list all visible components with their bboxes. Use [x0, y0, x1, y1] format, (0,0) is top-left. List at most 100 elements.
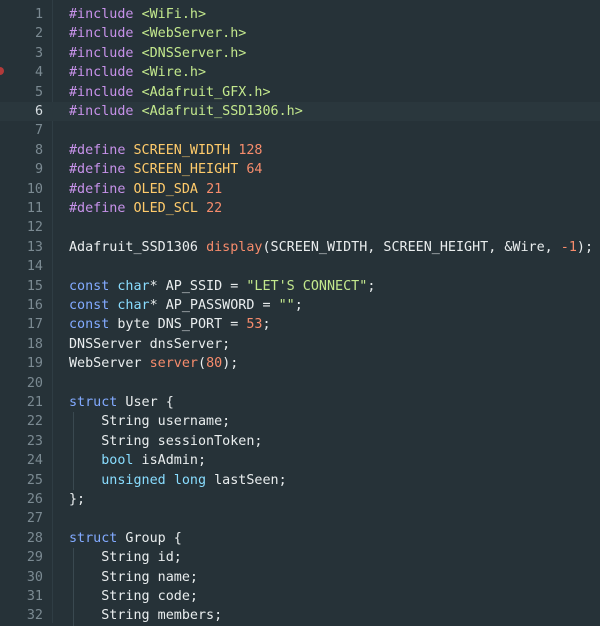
code-line[interactable]: 24 bool isAdmin;: [0, 451, 600, 470]
code-token: * AP_SSID =: [149, 278, 247, 294]
code-token: 21: [206, 181, 223, 197]
code-text[interactable]: const char* AP_PASSWORD = "";: [69, 296, 303, 315]
line-number: 14: [26, 259, 43, 275]
line-number: 29: [26, 550, 43, 566]
code-line[interactable]: 31 String code;: [0, 587, 600, 606]
code-text[interactable]: WebServer server(80);: [69, 354, 238, 373]
code-line[interactable]: 18 DNSServer dnsServer;: [0, 335, 600, 354]
code-text[interactable]: String name;: [69, 568, 198, 587]
code-token: byte DNS_PORT =: [109, 317, 247, 333]
code-line[interactable]: 9 #define SCREEN_HEIGHT 64: [0, 160, 600, 179]
code-text[interactable]: #define SCREEN_WIDTH 128: [69, 141, 263, 160]
code-line[interactable]: 30 String name;: [0, 568, 600, 587]
code-line[interactable]: 11 #define OLED_SCL 22: [0, 199, 600, 218]
code-line[interactable]: 8 #define SCREEN_WIDTH 128: [0, 141, 600, 160]
code-text[interactable]: bool isAdmin;: [69, 451, 206, 470]
code-line[interactable]: 4 #include <Wire.h>: [0, 63, 600, 82]
code-token: display: [206, 239, 263, 255]
code-token: 22: [206, 201, 223, 216]
code-token: <WiFi.h>: [141, 7, 207, 22]
code-text[interactable]: #include <Wire.h>: [69, 63, 206, 82]
code-token: SCREEN_HEIGHT: [133, 162, 239, 178]
line-number: 8: [34, 142, 43, 158]
code-text[interactable]: String sessionToken;: [69, 432, 262, 451]
code-text[interactable]: #include <Adafruit_GFX.h>: [69, 83, 271, 102]
code-line[interactable]: 6 #include <Adafruit_SSD1306.h>: [0, 102, 600, 122]
code-text[interactable]: String id;: [69, 548, 182, 567]
line-number: 13: [26, 239, 43, 255]
code-line[interactable]: 27: [0, 509, 600, 528]
code-line[interactable]: 19 WebServer server(80);: [0, 354, 600, 373]
code-line[interactable]: 13 Adafruit_SSD1306 display(SCREEN_WIDTH,…: [0, 238, 600, 257]
code-text[interactable]: #include <Adafruit_SSD1306.h>: [69, 102, 303, 121]
code-line[interactable]: 15 const char* AP_SSID = "LET'S CONNECT";: [0, 277, 600, 296]
code-token: };: [69, 492, 86, 507]
code-line[interactable]: 26};: [0, 490, 600, 509]
code-line[interactable]: 1 #include <WiFi.h>: [0, 5, 600, 24]
line-number: 30: [26, 569, 43, 585]
code-line[interactable]: 22 String username;: [0, 412, 600, 431]
code-text[interactable]: #include <DNSServer.h>: [69, 44, 246, 63]
code-line[interactable]: 7: [0, 121, 600, 140]
code-line[interactable]: 20: [0, 374, 600, 393]
code-token: #include: [69, 45, 142, 61]
code-token: struct: [69, 395, 118, 410]
code-text[interactable]: struct User {: [69, 393, 174, 412]
code-text[interactable]: String username;: [69, 412, 230, 431]
code-line[interactable]: 21 struct User {: [0, 393, 600, 412]
code-line[interactable]: 5 #include <Adafruit_GFX.h>: [0, 83, 600, 102]
code-line[interactable]: 3 #include <DNSServer.h>: [0, 44, 600, 63]
code-token: ;: [367, 278, 376, 294]
code-line[interactable]: 2 #include <WebServer.h>: [0, 24, 600, 43]
code-line[interactable]: 17 const byte DNS_PORT = 53;: [0, 315, 600, 334]
line-number: 7: [34, 123, 43, 139]
code-line[interactable]: 12: [0, 218, 600, 237]
code-text[interactable]: struct Group {: [69, 529, 182, 548]
code-text[interactable]: #define OLED_SDA 21: [69, 180, 222, 199]
code-line[interactable]: 29 String id;: [0, 548, 600, 567]
code-text[interactable]: String code;: [69, 587, 198, 606]
code-token: DNSServer dnsServer;: [69, 336, 231, 352]
code-token: WebServer: [69, 356, 150, 372]
code-token: <WebServer.h>: [141, 26, 247, 42]
code-token: String id;: [69, 550, 182, 566]
code-token: <DNSServer.h>: [141, 45, 247, 61]
code-token: #include: [69, 26, 142, 42]
code-token: <Adafruit_GFX.h>: [141, 84, 271, 100]
code-token: String members;: [69, 608, 223, 624]
code-token: (SCREEN_WIDTH, SCREEN_HEIGHT, &Wire,: [262, 239, 561, 255]
code-text[interactable]: #include <WiFi.h>: [69, 5, 206, 24]
line-number: 25: [26, 472, 43, 488]
code-line[interactable]: 10 #define OLED_SDA 21: [0, 180, 600, 199]
code-text[interactable]: #define OLED_SCL 22: [69, 199, 222, 218]
code-text[interactable]: unsigned long lastSeen;: [69, 471, 286, 490]
code-token: String sessionToken;: [69, 433, 263, 449]
code-token: (: [198, 356, 207, 372]
code-line[interactable]: 16 const char* AP_PASSWORD = "";: [0, 296, 600, 315]
code-line[interactable]: 14: [0, 257, 600, 276]
code-line[interactable]: 23 String sessionToken;: [0, 432, 600, 451]
code-token: 64: [246, 162, 263, 178]
code-editor[interactable]: 1 #include <WiFi.h> 2 #include <WebServer.h…: [0, 0, 600, 626]
code-text[interactable]: #define SCREEN_HEIGHT 64: [69, 160, 263, 179]
line-number: 26: [26, 492, 43, 507]
line-number: 17: [26, 317, 43, 333]
code-token: <Adafruit_SSD1306.h>: [141, 104, 303, 119]
code-text[interactable]: const byte DNS_PORT = 53;: [69, 315, 271, 334]
code-line[interactable]: 25 unsigned long lastSeen;: [0, 471, 600, 490]
line-number: 1: [34, 7, 43, 22]
code-text[interactable]: };: [69, 490, 85, 509]
code-token: const: [69, 298, 110, 313]
code-token: Adafruit_SSD1306: [69, 239, 207, 255]
code-text[interactable]: DNSServer dnsServer;: [69, 335, 230, 354]
code-token: struct: [69, 530, 118, 546]
code-text[interactable]: Adafruit_SSD1306 display(SCREEN_WIDTH, S…: [69, 238, 593, 257]
code-token: 128: [238, 142, 263, 158]
code-line[interactable]: 28 struct Group {: [0, 529, 600, 548]
code-token: #define: [69, 162, 134, 178]
line-number: 22: [26, 414, 43, 430]
code-text[interactable]: const char* AP_SSID = "LET'S CONNECT";: [69, 277, 375, 296]
code-token: char: [117, 298, 150, 313]
code-token: );: [576, 239, 594, 255]
code-text[interactable]: #include <WebServer.h>: [69, 24, 246, 43]
